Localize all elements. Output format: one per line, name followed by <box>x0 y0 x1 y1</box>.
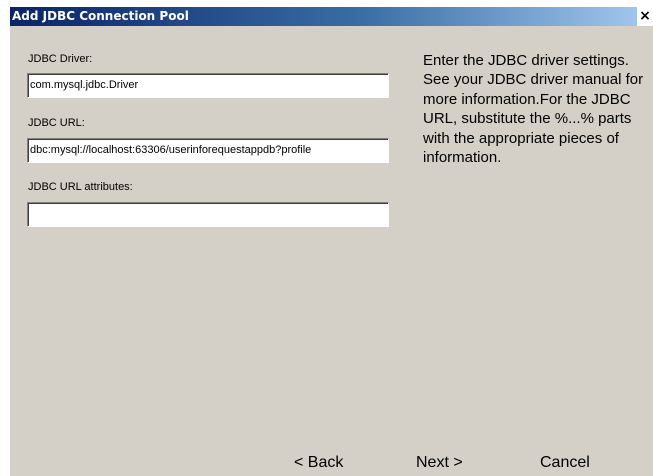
jdbc-url-attributes-field[interactable] <box>27 202 389 227</box>
jdbc-driver-field[interactable]: com.mysql.jdbc.Driver <box>27 73 389 98</box>
next-button[interactable]: Next > <box>416 453 463 473</box>
dialog-title: Add JDBC Connection Pool <box>12 9 189 23</box>
add-jdbc-connection-pool-dialog: Add JDBC Connection Pool × JDBC Driver: … <box>10 7 653 476</box>
close-icon[interactable]: × <box>637 7 653 26</box>
jdbc-url-attributes-label: JDBC URL attributes: <box>28 181 133 193</box>
help-text: Enter the JDBC driver settings. See your… <box>423 52 644 167</box>
back-button[interactable]: < Back <box>294 453 343 473</box>
cancel-button[interactable]: Cancel <box>540 453 590 473</box>
jdbc-url-label: JDBC URL: <box>28 117 85 129</box>
jdbc-driver-label: JDBC Driver: <box>28 53 93 65</box>
title-bar[interactable]: Add JDBC Connection Pool × <box>10 7 653 26</box>
jdbc-url-field[interactable]: dbc:mysql://localhost:63306/userinforequ… <box>27 138 389 163</box>
